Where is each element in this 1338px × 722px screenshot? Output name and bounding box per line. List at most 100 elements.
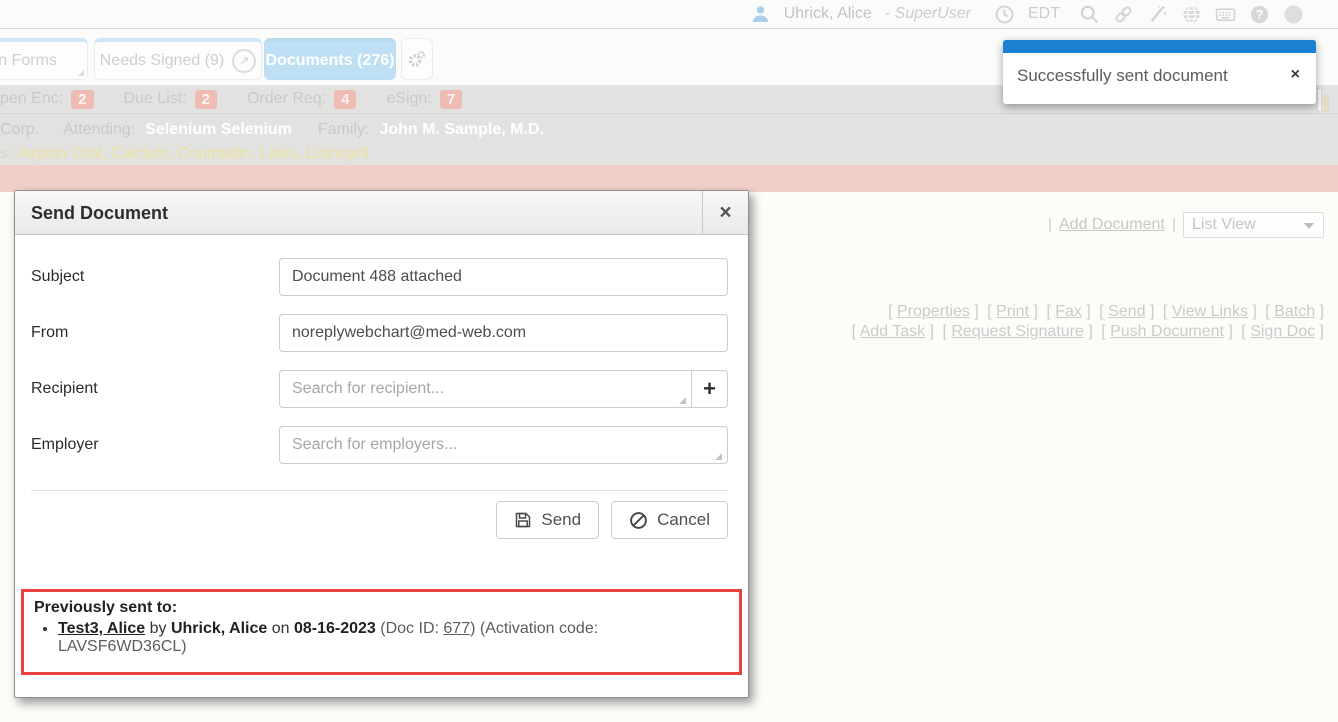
patient-company: Corp. xyxy=(0,121,39,139)
action-send[interactable]: [ Send ] xyxy=(1099,303,1154,320)
document-actions-row2: [ Add Task ] [ Request Signature ] [ Pus… xyxy=(848,322,1324,342)
status-circle-icon xyxy=(1283,4,1304,25)
toast-message: Successfully sent document xyxy=(1017,66,1287,86)
request-signature-link[interactable]: Request Signature xyxy=(951,323,1084,340)
help-icon[interactable]: ? xyxy=(1249,4,1270,25)
resize-handle-icon[interactable] xyxy=(715,453,722,460)
modal-body: Subject From Recipient + Employer xyxy=(15,235,748,675)
bracket: ] xyxy=(1315,323,1324,340)
action-push-document[interactable]: [ Push Document ] xyxy=(1101,323,1233,340)
send-link[interactable]: Send xyxy=(1108,303,1145,320)
attending-label: Attending: xyxy=(63,121,135,139)
action-batch[interactable]: [ Batch ] xyxy=(1265,303,1324,320)
chevron-down-icon xyxy=(1304,223,1314,229)
previously-sent-heading: Previously sent to: xyxy=(34,599,729,617)
cancel-button-label: Cancel xyxy=(657,510,710,530)
sign-doc-link[interactable]: Sign Doc xyxy=(1250,323,1315,340)
view-links-link[interactable]: View Links xyxy=(1172,303,1248,320)
save-icon xyxy=(514,511,532,529)
circle-arrow-icon[interactable]: ↗ xyxy=(232,49,256,73)
bracket: ] xyxy=(1146,303,1155,320)
print-link[interactable]: Print xyxy=(996,303,1029,320)
tab-settings-button[interactable] xyxy=(401,38,433,80)
due-list-badge[interactable]: 2 xyxy=(195,90,217,109)
add-task-link[interactable]: Add Task xyxy=(860,323,926,340)
separator: | xyxy=(1048,216,1052,234)
search-icon[interactable] xyxy=(1079,4,1100,25)
chart-bar xyxy=(1324,94,1329,112)
resize-handle-icon[interactable] xyxy=(679,397,686,404)
action-view-links[interactable]: [ View Links ] xyxy=(1163,303,1257,320)
action-add-task[interactable]: [ Add Task ] xyxy=(852,323,934,340)
history-docid-link[interactable]: 677 xyxy=(443,620,470,637)
history-docid-prefix: (Doc ID: xyxy=(376,620,444,637)
tab-documents[interactable]: Documents (276) xyxy=(264,38,396,80)
wand-icon[interactable] xyxy=(1147,4,1168,25)
order-req-badge[interactable]: 4 xyxy=(334,90,356,109)
bracket: [ xyxy=(1099,303,1108,320)
toast-close-button[interactable]: × xyxy=(1287,66,1304,84)
tab-screen-forms[interactable]: creen Forms xyxy=(0,38,88,80)
view-select[interactable]: List View xyxy=(1183,212,1324,238)
family-label: Family: xyxy=(318,121,370,139)
recipient-label: Recipient xyxy=(31,380,279,398)
recipient-search-input[interactable] xyxy=(279,370,692,408)
properties-link[interactable]: Properties xyxy=(897,303,970,320)
send-button-label: Send xyxy=(541,510,581,530)
keyboard-icon[interactable] xyxy=(1215,4,1236,25)
action-request-signature[interactable]: [ Request Signature ] xyxy=(942,323,1092,340)
tab-needs-signed[interactable]: Needs Signed (9) ↗ xyxy=(94,38,262,80)
document-actions-row1: [ Properties ] [ Print ] [ Fax ] [ Send … xyxy=(848,302,1324,322)
bracket: [ xyxy=(987,303,996,320)
action-properties[interactable]: [ Properties ] xyxy=(888,303,979,320)
history-date: 08-16-2023 xyxy=(294,620,376,637)
chart-icon[interactable] xyxy=(1317,88,1330,112)
recipient-row: Recipient + xyxy=(15,370,748,408)
add-recipient-button[interactable]: + xyxy=(691,370,728,408)
push-document-link[interactable]: Push Document xyxy=(1110,323,1224,340)
bracket: [ xyxy=(1241,323,1250,340)
bracket: ] xyxy=(1084,323,1093,340)
employer-search-input[interactable] xyxy=(279,426,728,464)
document-actions: [ Properties ] [ Print ] [ Fax ] [ Send … xyxy=(848,302,1324,342)
send-button[interactable]: Send xyxy=(496,501,599,539)
svg-text:?: ? xyxy=(1256,7,1263,21)
employer-label: Employer xyxy=(31,436,279,454)
action-print[interactable]: [ Print ] xyxy=(987,303,1038,320)
cancel-button[interactable]: Cancel xyxy=(611,501,728,539)
add-document-link[interactable]: Add Document xyxy=(1059,216,1165,234)
timezone-label[interactable]: EDT xyxy=(1028,5,1060,23)
bracket: ] xyxy=(1315,303,1324,320)
user-role: - SuperUser xyxy=(885,5,971,23)
action-sign-doc[interactable]: [ Sign Doc ] xyxy=(1241,323,1324,340)
bracket: ] xyxy=(1224,323,1233,340)
patient-info-row: Corp. Attending: Selenium Selenium Famil… xyxy=(0,117,1338,143)
alert-band xyxy=(0,165,1338,192)
app-window: Uhrick, Alice - SuperUser EDT xyxy=(0,0,1338,722)
esign-badge[interactable]: 7 xyxy=(440,90,462,109)
tab-documents-label: Documents (276) xyxy=(266,52,395,70)
chart-bar xyxy=(1317,88,1322,112)
employer-input-group xyxy=(279,426,728,464)
fax-link[interactable]: Fax xyxy=(1055,303,1082,320)
bracket: ] xyxy=(1248,303,1257,320)
modal-close-button[interactable]: × xyxy=(702,191,748,234)
send-document-modal: Send Document × Subject From Recipient + xyxy=(14,190,749,698)
batch-link[interactable]: Batch xyxy=(1274,303,1315,320)
from-row: From xyxy=(15,314,748,352)
subject-input[interactable] xyxy=(279,258,728,296)
user-icon xyxy=(750,4,771,25)
globe-icon[interactable] xyxy=(1181,4,1202,25)
open-enc-badge[interactable]: 2 xyxy=(71,90,93,109)
user-name[interactable]: Uhrick, Alice xyxy=(784,5,872,23)
modal-button-row: Send Cancel xyxy=(15,491,748,539)
history-recipient-link[interactable]: Test3, Alice xyxy=(58,620,145,637)
status-esign: eSign: 7 xyxy=(386,90,462,109)
tab-corner-mark xyxy=(78,70,84,76)
action-fax[interactable]: [ Fax ] xyxy=(1046,303,1090,320)
bracket: ] xyxy=(970,303,979,320)
from-input[interactable] xyxy=(279,314,728,352)
toast-body: Successfully sent document × xyxy=(1003,53,1316,86)
link-icon[interactable] xyxy=(1113,4,1134,25)
previously-sent-entry: Test3, Alice by Uhrick, Alice on 08-16-2… xyxy=(58,620,729,656)
